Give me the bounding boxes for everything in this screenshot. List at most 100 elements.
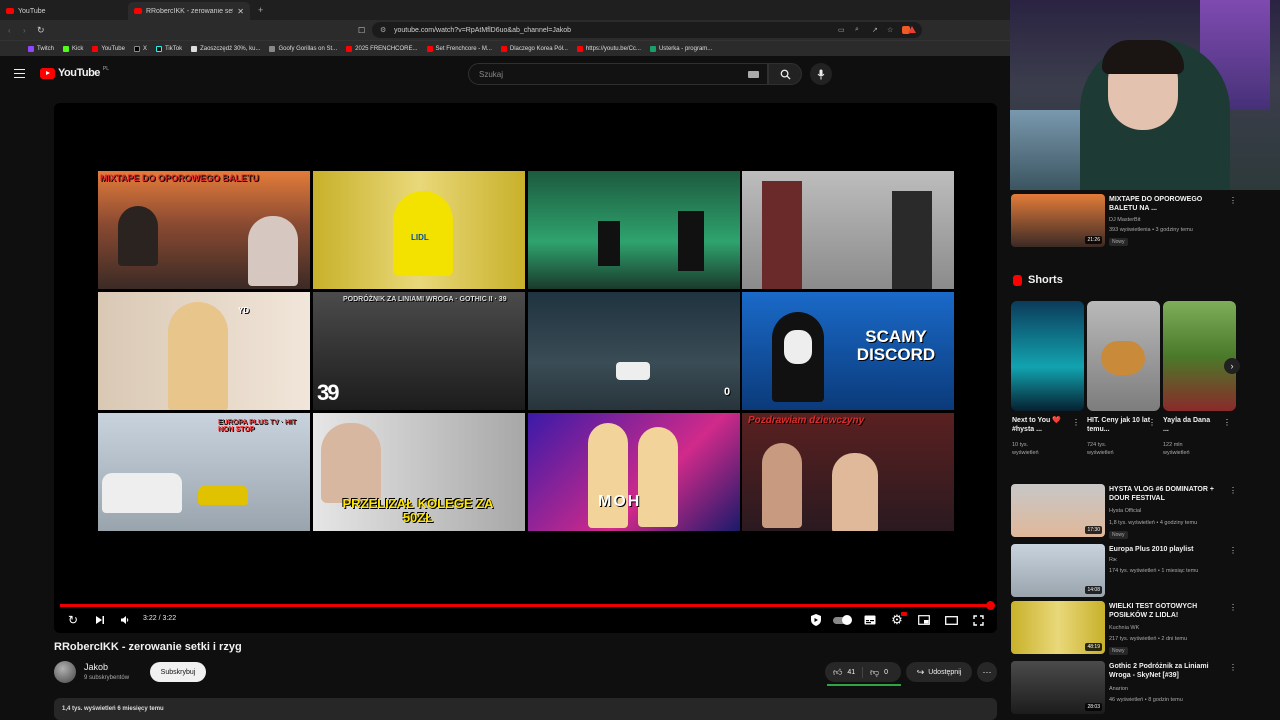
replay-icon[interactable]: ↻: [66, 613, 80, 627]
bookmark-x[interactable]: X: [133, 45, 147, 52]
youtube-logo[interactable]: YouTube PL: [40, 66, 109, 79]
subscribe-button[interactable]: Subskrybuj: [150, 662, 206, 682]
short-thumbnail[interactable]: [1163, 301, 1236, 411]
endscreen-thumbnail[interactable]: EUROPA PLUS TV · HIT NON STOP: [98, 413, 310, 531]
recommended-video[interactable]: 48:19 WIELKI TEST GOTOWYCH POSIŁKÓW Z LI…: [1011, 601, 1251, 657]
menu-icon[interactable]: [14, 69, 25, 78]
bookmark-kick[interactable]: Kick: [63, 45, 83, 52]
video-thumbnail: 14:08: [1011, 544, 1105, 597]
endscreen-thumbnail[interactable]: [742, 171, 954, 289]
short-title[interactable]: Next to You ❤️ #hysta ...: [1012, 416, 1076, 434]
short-thumbnail[interactable]: [1011, 301, 1084, 411]
more-options-icon[interactable]: ⋮: [1229, 546, 1237, 555]
channel-name[interactable]: Jakob: [84, 662, 108, 672]
endscreen-thumbnail[interactable]: SCAMY DISCORD: [742, 292, 954, 410]
theater-mode-icon[interactable]: [944, 613, 958, 627]
endscreen-thumbnail[interactable]: PRZELIZAŁ KOLEGE ZA 50ZŁ: [313, 413, 525, 531]
bookmark-youtu-be[interactable]: https://youtu.be/Cc...: [576, 45, 641, 52]
channel-avatar[interactable]: [54, 661, 76, 683]
video-meta: 393 wyświetlenia • 3 godziny temu: [1109, 227, 1193, 233]
more-options-icon[interactable]: ⋮: [1229, 603, 1237, 612]
search-input[interactable]: Szukaj: [468, 63, 768, 85]
rewards-icon[interactable]: [908, 26, 916, 33]
share-page-icon[interactable]: ↗: [872, 26, 878, 34]
short-views: 10 tys. wyświetleń: [1012, 442, 1039, 456]
more-actions-button[interactable]: ⋯: [977, 662, 997, 682]
bookmark-twitch[interactable]: Twitch: [28, 45, 54, 52]
like-button[interactable]: 👍︎ 41: [825, 666, 863, 678]
volume-icon[interactable]: [118, 613, 132, 627]
endscreen-thumbnail[interactable]: [528, 171, 740, 289]
shorts-header: Shorts: [1013, 274, 1063, 286]
star-icon[interactable]: ☆: [887, 26, 893, 34]
tiktok-icon: [155, 45, 162, 52]
bookmark-tiktok[interactable]: TikTok: [155, 45, 182, 52]
site-info-icon[interactable]: ⚙: [380, 26, 386, 34]
short-title[interactable]: HIT. Ceny jak 10 lat temu...: [1087, 416, 1151, 434]
bookmark-goofy-gorillas[interactable]: Goofy Gorillas on St...: [269, 45, 337, 52]
recommended-video[interactable]: 21:26 MIXTAPE DO OPOROWEGO BALETU NA ...…: [1011, 194, 1251, 250]
kick-icon: [63, 45, 70, 52]
browser-tab-bar: YouTube RRobercIKK - zerowanie setki i r…: [0, 0, 1010, 20]
short-title[interactable]: Yayla da Dana ...: [1163, 416, 1211, 434]
back-icon[interactable]: ‹: [8, 26, 11, 35]
bookmark-korea[interactable]: Dlaczego Korea Pół...: [500, 45, 568, 52]
page-icon: [269, 45, 276, 52]
tab-youtube[interactable]: YouTube: [0, 2, 124, 20]
bookmark-discount[interactable]: Zaoszczędź 30%, ku...: [191, 45, 260, 52]
search-icon: [780, 69, 791, 80]
subtitles-icon[interactable]: [863, 613, 877, 627]
forward-icon[interactable]: ›: [23, 26, 26, 35]
new-tab-icon[interactable]: +: [258, 5, 263, 15]
bookmark-usterka[interactable]: Usterka - program...: [649, 45, 712, 52]
description-box[interactable]: 1,4 tys. wyświetleń 6 miesięcy temu: [54, 698, 997, 720]
more-options-icon[interactable]: ⋮: [1229, 663, 1237, 672]
scrubber-handle[interactable]: [986, 601, 995, 610]
cast-icon[interactable]: ▭: [838, 26, 845, 34]
endscreen-thumbnail[interactable]: LIDL: [313, 171, 525, 289]
bookmark-frenchcore-2025[interactable]: 2025 FRENCHCORE...: [346, 45, 418, 52]
sponsorblock-icon[interactable]: [809, 613, 823, 627]
endscreen-thumbnail[interactable]: MIXTAPE DO OPOROWEGO BALETU: [98, 171, 310, 289]
video-duration: 14:08: [1085, 586, 1102, 594]
share-button[interactable]: ↪ Udostępnij: [906, 662, 972, 682]
short-thumbnail[interactable]: [1087, 301, 1160, 411]
more-options-icon[interactable]: ⋮: [1229, 486, 1237, 495]
endscreen-thumbnail[interactable]: MOH: [528, 413, 740, 531]
address-bar[interactable]: ⚙ youtube.com/watch?v=RpAtMflD6uo&ab_cha…: [372, 22, 922, 38]
endscreen-thumbnail[interactable]: YD: [98, 292, 310, 410]
video-thumbnail: 17:30: [1011, 484, 1105, 537]
recommended-video[interactable]: 17:30 HYSTA VLOG #6 DOMINATOR + DOUR FES…: [1011, 484, 1251, 540]
bookmark-set-frenchcore[interactable]: Set Frenchcore - M...: [426, 45, 492, 52]
dislike-button[interactable]: 👎︎ 0: [863, 667, 888, 678]
bookmark-page-icon[interactable]: ☐: [358, 26, 365, 35]
keyboard-icon[interactable]: [748, 71, 759, 78]
more-options-icon[interactable]: ⋮: [1223, 418, 1231, 427]
like-ratio-bar: [827, 684, 901, 686]
more-options-icon[interactable]: ⋮: [1072, 418, 1080, 427]
endscreen-thumbnail[interactable]: 0: [528, 292, 740, 410]
recommended-video[interactable]: 28:03 Gothic 2 Podróżnik za Liniami Wrog…: [1011, 661, 1251, 720]
miniplayer-icon[interactable]: [917, 613, 931, 627]
tab-label: RRobercIKK - zerowanie setki i rz...: [145, 7, 233, 15]
more-options-icon[interactable]: ⋮: [1229, 196, 1237, 205]
progress-bar[interactable]: [60, 604, 991, 607]
video-title: WIELKI TEST GOTOWYCH POSIŁKÓW Z LIDLA!: [1109, 603, 1198, 619]
zoom-icon[interactable]: ⌕: [855, 26, 859, 34]
close-tab-icon[interactable]: ✕: [237, 7, 244, 16]
microphone-icon: [817, 69, 825, 79]
bookmark-youtube[interactable]: YouTube: [92, 45, 125, 52]
voice-search-button[interactable]: [810, 63, 832, 85]
next-icon[interactable]: [93, 613, 107, 627]
tab-video[interactable]: RRobercIKK - zerowanie setki i rz... ✕: [128, 2, 250, 20]
shorts-next-arrow[interactable]: ›: [1224, 358, 1240, 374]
video-title: Gothic 2 Podróżnik za Liniami Wroga - Sk…: [1109, 663, 1209, 679]
search-button[interactable]: [768, 63, 802, 85]
reload-icon[interactable]: ↻: [37, 25, 45, 36]
recommended-video[interactable]: 14:08 Europa Plus 2010 playlist Rж 174 t…: [1011, 544, 1251, 600]
endscreen-thumbnail[interactable]: PODRÓŻNIK ZA LINIAMI WROGA · GOTHIC II ·…: [313, 292, 525, 410]
autoplay-toggle[interactable]: [832, 613, 852, 627]
fullscreen-icon[interactable]: [971, 613, 985, 627]
more-options-icon[interactable]: ⋮: [1148, 418, 1156, 427]
endscreen-thumbnail[interactable]: Pozdrawiam dziewczyny: [742, 413, 954, 531]
